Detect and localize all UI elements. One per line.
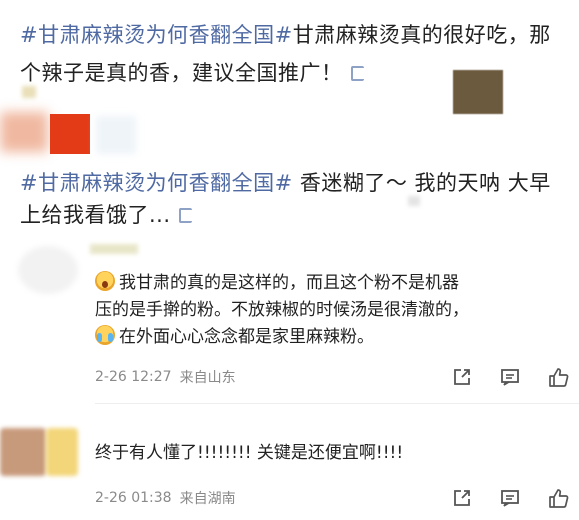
comment-1-line1: 我甘肃的真的是这样的，而且这个粉不是机器 bbox=[95, 270, 579, 297]
comment-2-meta: 2-26 01:38 来自湖南 bbox=[95, 485, 569, 511]
comment-icon[interactable] bbox=[499, 487, 521, 509]
divider bbox=[95, 403, 579, 404]
surprised-emoji-icon bbox=[95, 271, 115, 291]
post1-topic-link[interactable]: #甘肃麻辣烫为何香翻全国# bbox=[20, 23, 293, 47]
comment-icon[interactable] bbox=[499, 366, 521, 388]
post2-line1: #甘肃麻辣烫为何香翻全国# 香迷糊了～ 我的天呐 大早 bbox=[20, 166, 551, 200]
comment-1: 我甘肃的真的是这样的，而且这个粉不是机器 压的是手擀的粉。不放辣椒的时候汤是很清… bbox=[95, 270, 579, 351]
blurred-image-fragment bbox=[96, 116, 136, 154]
comment-1-meta: 2-26 12:27 来自山东 bbox=[95, 364, 569, 390]
share-icon[interactable] bbox=[451, 366, 473, 388]
comment-2-location: 来自湖南 bbox=[179, 491, 236, 507]
post1-line1: #甘肃麻辣烫为何香翻全国#甘肃麻辣烫真的很好吃，那 bbox=[20, 18, 551, 52]
post2-topic-link[interactable]: #甘肃麻辣烫为何香翻全国# bbox=[20, 171, 293, 195]
blurred-image-fragment bbox=[0, 112, 48, 152]
blurred-image-fragment bbox=[22, 86, 36, 98]
like-icon[interactable] bbox=[547, 487, 569, 509]
comment-1-line3: 在外面心心念念都是家里麻辣粉。 bbox=[95, 324, 579, 351]
blurred-image-fragment bbox=[50, 114, 90, 154]
avatar[interactable] bbox=[18, 246, 78, 294]
post1-line2: 个辣子是真的香，建议全国推广！ bbox=[20, 56, 364, 90]
post1-text-line1: 甘肃麻辣烫真的很好吃，那 bbox=[292, 23, 551, 47]
comment-2-time: 2-26 01:38 bbox=[95, 490, 172, 506]
link-icon[interactable] bbox=[350, 66, 364, 81]
comment-2: 终于有人懂了!!!!!!!! 关键是还便宜啊!!!! bbox=[95, 440, 579, 467]
link-icon[interactable] bbox=[178, 208, 192, 223]
like-icon[interactable] bbox=[547, 366, 569, 388]
comment-1-location: 来自山东 bbox=[179, 370, 236, 386]
avatar bbox=[46, 428, 78, 476]
post1-text-line2: 个辣子是真的香，建议全国推广！ bbox=[20, 61, 343, 85]
avatar[interactable] bbox=[0, 428, 46, 476]
blurred-image-fragment bbox=[453, 70, 503, 114]
comment-1-line2: 压的是手擀的粉。不放辣椒的时候汤是很清澈的， bbox=[95, 300, 469, 320]
comment-1-time: 2-26 12:27 bbox=[95, 369, 172, 385]
crying-emoji-icon bbox=[95, 325, 115, 345]
post2-line2: 上给我看饿了... bbox=[20, 198, 192, 232]
username-blurred bbox=[90, 244, 138, 254]
share-icon[interactable] bbox=[451, 487, 473, 509]
comment-2-line1: 终于有人懂了!!!!!!!! 关键是还便宜啊!!!! bbox=[95, 443, 404, 463]
post2-text-line2: 上给我看饿了... bbox=[20, 203, 171, 227]
post2-text-line1: 香迷糊了～ 我的天呐 大早 bbox=[292, 171, 551, 195]
blurred-image-fragment bbox=[408, 196, 420, 206]
